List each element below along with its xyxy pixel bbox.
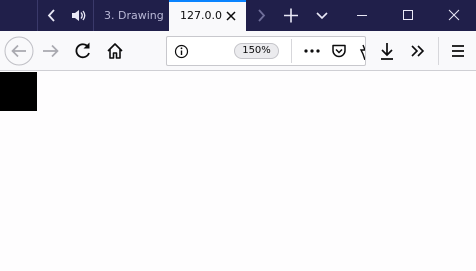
- overflow-icon[interactable]: [405, 33, 431, 69]
- tab-scroll-left-icon[interactable]: [38, 0, 66, 31]
- urlbar-divider: [291, 39, 292, 63]
- speaker-icon[interactable]: [66, 0, 92, 31]
- tab-strip: 3. Drawing 127.0.0: [0, 0, 476, 31]
- reload-icon[interactable]: [70, 33, 96, 69]
- zoom-level-badge[interactable]: 150%: [234, 43, 279, 59]
- page-content: [0, 72, 476, 271]
- tab-active[interactable]: 127.0.0: [169, 0, 246, 31]
- forward-icon[interactable]: [38, 33, 64, 69]
- tab-separator: [93, 0, 94, 31]
- tab-scroll-right-icon[interactable]: [248, 0, 274, 31]
- window-close-icon[interactable]: [437, 0, 471, 31]
- pocket-icon[interactable]: [330, 42, 348, 60]
- home-icon[interactable]: [102, 33, 128, 69]
- toolbar-divider: [438, 37, 439, 65]
- minimize-icon[interactable]: [345, 0, 379, 31]
- back-icon[interactable]: [2, 33, 36, 69]
- page-info-icon[interactable]: [174, 44, 189, 59]
- menu-icon[interactable]: [445, 33, 471, 69]
- black-square: [0, 72, 37, 111]
- page-actions-icon[interactable]: [301, 43, 323, 59]
- new-tab-icon[interactable]: [278, 0, 304, 31]
- maximize-icon[interactable]: [391, 0, 425, 31]
- tab-title-active: 127.0.0: [180, 9, 222, 22]
- tab-title[interactable]: 3. Drawing: [104, 8, 166, 24]
- downloads-icon[interactable]: [374, 33, 400, 69]
- bookmark-star-icon[interactable]: [356, 44, 365, 60]
- close-icon[interactable]: [223, 8, 239, 24]
- tab-list-icon[interactable]: [309, 0, 335, 31]
